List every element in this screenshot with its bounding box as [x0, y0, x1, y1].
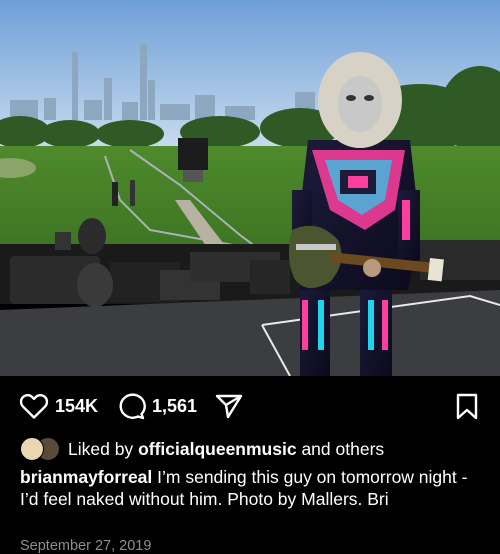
share-action[interactable] — [214, 392, 244, 420]
liked-by-suffix[interactable]: and others — [301, 439, 384, 459]
like-action[interactable]: 154K — [19, 392, 98, 420]
liked-by-row: Liked by officialqueenmusic and others — [20, 437, 384, 461]
bookmark-icon[interactable] — [454, 392, 480, 420]
comments-count[interactable]: 1,561 — [152, 396, 197, 417]
post-actions: 154K 1,561 — [0, 392, 500, 422]
likes-count[interactable]: 154K — [55, 396, 98, 417]
liked-by-avatars[interactable] — [20, 437, 62, 461]
avatar[interactable] — [20, 437, 44, 461]
heart-icon[interactable] — [19, 392, 49, 420]
send-icon[interactable] — [214, 392, 244, 420]
save-action[interactable] — [454, 392, 480, 420]
comment-action[interactable]: 1,561 — [116, 392, 197, 420]
post-photo[interactable] — [0, 0, 500, 376]
post-caption: brianmayforreal I’m sending this guy on … — [20, 466, 480, 510]
author-username-link[interactable]: brianmayforreal — [20, 467, 152, 487]
liked-by-text: Liked by officialqueenmusic and others — [68, 439, 384, 460]
comment-bubble-icon[interactable] — [116, 392, 146, 420]
liked-by-user-link[interactable]: officialqueenmusic — [138, 439, 297, 459]
liked-by-prefix: Liked by — [68, 438, 134, 459]
